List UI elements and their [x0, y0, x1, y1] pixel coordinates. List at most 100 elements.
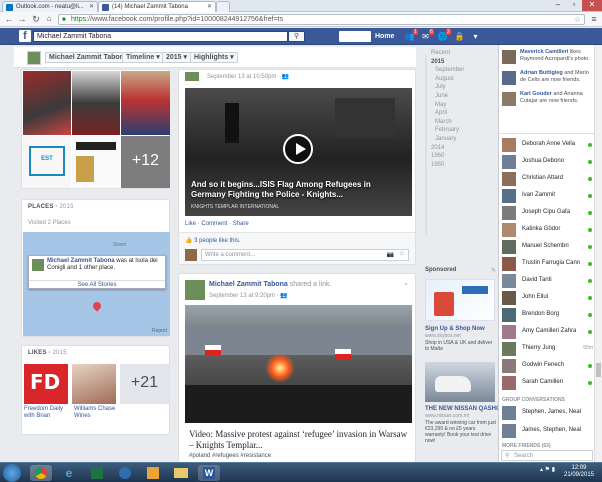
bookmark-star-icon[interactable]: ☆: [574, 15, 581, 24]
profile-button[interactable]: [339, 31, 371, 42]
highlights-dropdown[interactable]: Highlights ▾: [190, 52, 238, 63]
home-link[interactable]: Home: [375, 31, 394, 42]
likes-title[interactable]: LIKES: [28, 350, 47, 356]
timeline-nav-item[interactable]: April: [435, 110, 447, 116]
ticker-item[interactable]: Adrian Buttigieg and Mario de Celis are …: [502, 70, 596, 90]
like-link[interactable]: Like: [185, 221, 196, 227]
chat-contact[interactable]: John Ellul: [502, 290, 596, 306]
chat-contact[interactable]: Amy Camilleri Zahra: [502, 324, 596, 340]
outlook-taskbar-icon[interactable]: [142, 465, 164, 481]
avatar[interactable]: [185, 72, 199, 81]
timeline-nav-item[interactable]: January: [435, 136, 456, 142]
ad-title[interactable]: THE NEW NISSAN QASHQAI: [425, 406, 507, 412]
close-tab-icon[interactable]: ✕: [207, 2, 212, 12]
browser-menu-icon[interactable]: ≡: [588, 14, 600, 25]
system-clock[interactable]: 12:09 21/09/2015: [562, 465, 596, 479]
new-tab-button[interactable]: [216, 1, 230, 12]
timeline-nav-item[interactable]: March: [435, 119, 452, 125]
minimize-button[interactable]: –: [550, 0, 566, 11]
back-arrow-icon[interactable]: ←: [4, 14, 14, 24]
chat-contact[interactable]: Joshua Debono: [502, 154, 596, 170]
privacy-icon[interactable]: 🔒: [454, 31, 465, 42]
chat-contact[interactable]: Christian Attard: [502, 171, 596, 187]
tray-icons[interactable]: ▴ ⚑ ▮: [540, 466, 555, 473]
group-conversation[interactable]: Stephen, James, Neal: [502, 405, 596, 421]
tab-outlook[interactable]: Outlook.com - neatu@li... ✕: [2, 1, 98, 12]
like-caption[interactable]: Williams Chase Wines: [74, 406, 122, 420]
chat-contact[interactable]: Ivan Zammit: [502, 188, 596, 204]
places-title[interactable]: PLACES: [28, 204, 54, 210]
scrollbar-thumb[interactable]: [596, 363, 601, 377]
photo-thumbnail[interactable]: [121, 71, 170, 135]
link-preview-image[interactable]: And so it begins...ISIS Flag Among Refug…: [185, 88, 412, 216]
year-dropdown[interactable]: 2015 ▾: [162, 52, 192, 63]
profile-name-button[interactable]: Michael Zammit Tabona: [45, 52, 132, 63]
more-photos-button[interactable]: +12: [121, 136, 170, 188]
emoji-icon[interactable]: ☺: [399, 251, 405, 257]
timeline-nav-item[interactable]: 2014: [431, 145, 444, 151]
page-scrollbar[interactable]: [594, 45, 602, 462]
share-link[interactable]: Share: [233, 221, 249, 227]
chat-contact[interactable]: Manuel Schembri: [502, 239, 596, 255]
reload-icon[interactable]: ↻: [31, 14, 41, 24]
close-window-button[interactable]: ✕: [582, 0, 602, 11]
chat-contact[interactable]: Brendon Borg: [502, 307, 596, 323]
map-pin-icon[interactable]: [91, 300, 103, 312]
chrome-taskbar-icon[interactable]: [30, 465, 52, 481]
url-input[interactable]: ■ https://www.facebook.com/profile.php?i…: [58, 14, 585, 25]
ticker-item[interactable]: Maverick Camilleri likes Raymond Azzopar…: [502, 49, 596, 69]
timeline-nav-item[interactable]: 1960: [431, 153, 444, 159]
like-page-williams-chase[interactable]: [72, 364, 116, 404]
link-preview-image[interactable]: [185, 305, 412, 423]
chat-search-input[interactable]: ⚲ Search: [501, 450, 593, 461]
chat-contact[interactable]: Joseph Cipu Gafa: [502, 205, 596, 221]
photo-thumbnail[interactable]: [72, 136, 120, 188]
avatar[interactable]: [185, 280, 205, 300]
more-likes-button[interactable]: +21: [120, 364, 169, 404]
play-button[interactable]: [283, 134, 313, 164]
explorer-taskbar-icon[interactable]: [170, 465, 192, 481]
excel-taskbar-icon[interactable]: [86, 465, 108, 481]
search-input[interactable]: Michael Zammit Tabona: [33, 31, 288, 42]
chat-contact[interactable]: Godwin Fenech: [502, 358, 596, 374]
chat-contact[interactable]: Sarah Camilleri: [502, 375, 596, 391]
ticker-item[interactable]: Karl Gouder and Arianna Cutajar are now …: [502, 91, 596, 111]
timeline-dropdown[interactable]: Timeline ▾: [122, 52, 164, 63]
ad-title[interactable]: Sign Up & Shop Now: [425, 326, 485, 332]
timeline-nav-item[interactable]: August: [435, 76, 454, 82]
comment-input[interactable]: Write a comment... 📷 ☺: [201, 249, 409, 261]
map-report-link[interactable]: Report: [152, 328, 167, 334]
like-caption[interactable]: Freedom Daily with Brian: [24, 406, 72, 420]
see-all-stories-link[interactable]: See All Stories: [29, 280, 165, 289]
search-button[interactable]: ⚲: [288, 31, 305, 42]
chat-contact[interactable]: Thierry Jung 55m: [502, 341, 596, 357]
group-conversation[interactable]: James, Stephen, Neal: [502, 423, 596, 439]
link-title[interactable]: Video: Massive protest against ‘refugee’…: [189, 429, 409, 451]
home-icon[interactable]: ⌂: [44, 14, 54, 24]
avatar[interactable]: [27, 51, 41, 65]
ie-taskbar-icon[interactable]: e: [58, 465, 80, 481]
photo-thumbnail[interactable]: [72, 71, 120, 135]
camera-icon[interactable]: 📷: [387, 251, 394, 258]
chat-contact[interactable]: Deborah Anne Vella: [502, 137, 596, 153]
timeline-nav-item[interactable]: February: [435, 127, 459, 133]
photo-thumbnail[interactable]: [23, 71, 71, 135]
post-timestamp[interactable]: September 13 at 10:50pm · 👥: [207, 73, 289, 80]
chat-contact[interactable]: Katinka Gödor: [502, 222, 596, 238]
ad-image[interactable]: [425, 362, 495, 402]
timeline-nav-item[interactable]: Recent: [431, 50, 450, 56]
settings-dropdown-icon[interactable]: ▾: [470, 31, 481, 42]
photo-thumbnail[interactable]: EST: [23, 136, 71, 188]
timeline-nav-item[interactable]: 2015: [431, 59, 444, 65]
word-taskbar-icon[interactable]: W: [198, 465, 220, 481]
timeline-nav-item[interactable]: September: [435, 67, 464, 73]
forward-arrow-icon[interactable]: →: [17, 14, 27, 24]
ads-edit-icon[interactable]: ✎: [491, 267, 496, 274]
start-button-icon[interactable]: [3, 464, 21, 482]
timeline-nav-item[interactable]: July: [435, 84, 446, 90]
facebook-logo[interactable]: f: [19, 30, 31, 42]
places-map[interactable]: Sharri Michael Zammit Tabona was at Isol…: [23, 232, 170, 336]
chat-contact[interactable]: Trustin Farrugia Cann: [502, 256, 596, 272]
timeline-nav-item[interactable]: June: [435, 93, 448, 99]
timeline-nav-item[interactable]: 1950: [431, 162, 444, 168]
